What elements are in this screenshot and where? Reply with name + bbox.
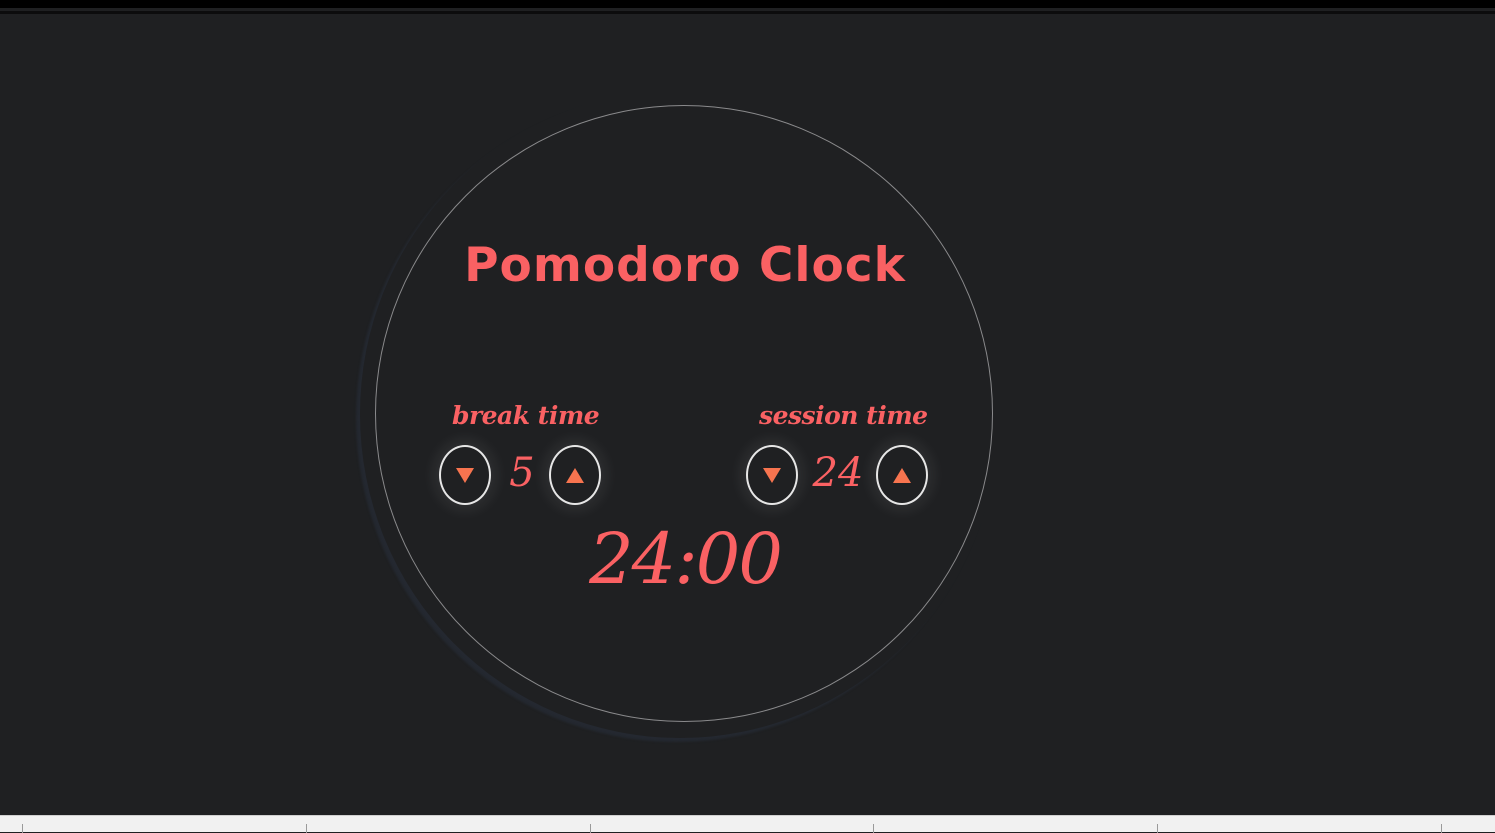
window-top-divider bbox=[0, 11, 1495, 14]
break-decrease-button[interactable] bbox=[439, 445, 491, 505]
session-decrease-button[interactable] bbox=[746, 445, 798, 505]
triangle-up-icon bbox=[893, 467, 911, 483]
window-top-bar bbox=[0, 0, 1495, 8]
break-time-label: break time bbox=[452, 401, 600, 430]
session-time-label: session time bbox=[759, 401, 928, 430]
triangle-down-icon bbox=[456, 467, 474, 483]
bottom-panel-bar bbox=[0, 815, 1495, 833]
triangle-down-icon bbox=[763, 467, 781, 483]
break-increase-button[interactable] bbox=[549, 445, 601, 505]
triangle-up-icon bbox=[566, 467, 584, 483]
break-time-value: 5 bbox=[509, 450, 535, 496]
session-time-value: 24 bbox=[812, 450, 864, 496]
page-title: Pomodoro Clock bbox=[464, 238, 906, 293]
timer-display[interactable]: 24:00 bbox=[580, 518, 790, 600]
session-increase-button[interactable] bbox=[876, 445, 928, 505]
